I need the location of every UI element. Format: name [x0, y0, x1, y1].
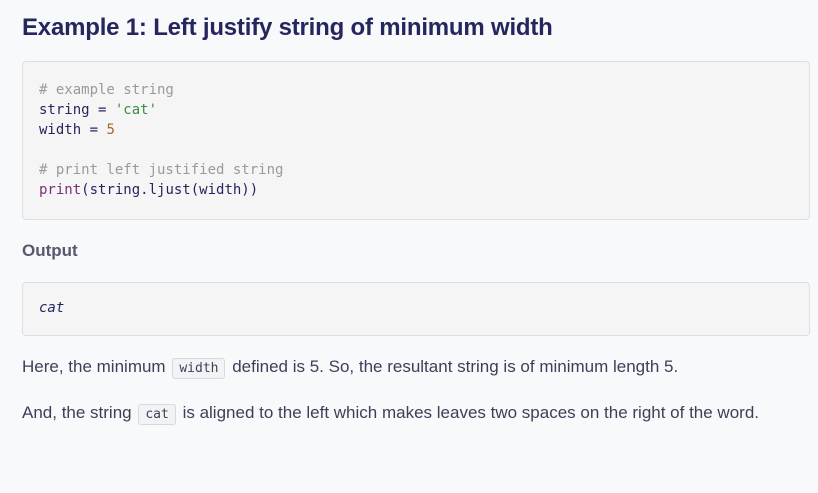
code-line-3: width = 5	[39, 120, 793, 140]
paragraph-text: is aligned to the left which makes leave…	[182, 403, 760, 422]
inline-code: cat	[138, 404, 176, 425]
page: Example 1: Left justify string of minimu…	[0, 0, 818, 493]
page-title: Example 1: Left justify string of minimu…	[22, 14, 553, 41]
paragraph-text: defined is 5. So, the resultant string i…	[232, 357, 679, 376]
explanation-paragraph-1: Here, the minimum width defined is 5. So…	[22, 352, 802, 384]
code-operator: =	[81, 122, 107, 138]
code-line-1: # example string	[39, 80, 793, 100]
code-comment: # print left justified string	[39, 162, 284, 178]
output-heading: Output	[22, 241, 78, 260]
inline-code: width	[172, 358, 226, 379]
paragraph-text: And, the string	[22, 403, 132, 422]
code-line-6: print(string.ljust(width))	[39, 180, 793, 200]
code-line-2: string = 'cat'	[39, 100, 793, 120]
code-string: 'cat'	[114, 102, 158, 118]
code-variable: string	[39, 102, 90, 118]
code-comment: # example string	[39, 82, 174, 98]
output-block: cat	[22, 282, 810, 336]
code-line-5: # print left justified string	[39, 160, 793, 180]
code-number: 5	[106, 122, 115, 138]
paragraph-text: Here, the minimum	[22, 357, 166, 376]
code-function: print	[39, 182, 82, 198]
output-text: cat	[39, 300, 65, 316]
code-operator: =	[89, 102, 115, 118]
code-arguments: (string.ljust(width))	[81, 182, 259, 198]
code-block: # example string string = 'cat' width = …	[22, 61, 810, 220]
code-variable: width	[39, 122, 82, 138]
explanation-paragraph-2: And, the string cat is aligned to the le…	[22, 398, 802, 430]
